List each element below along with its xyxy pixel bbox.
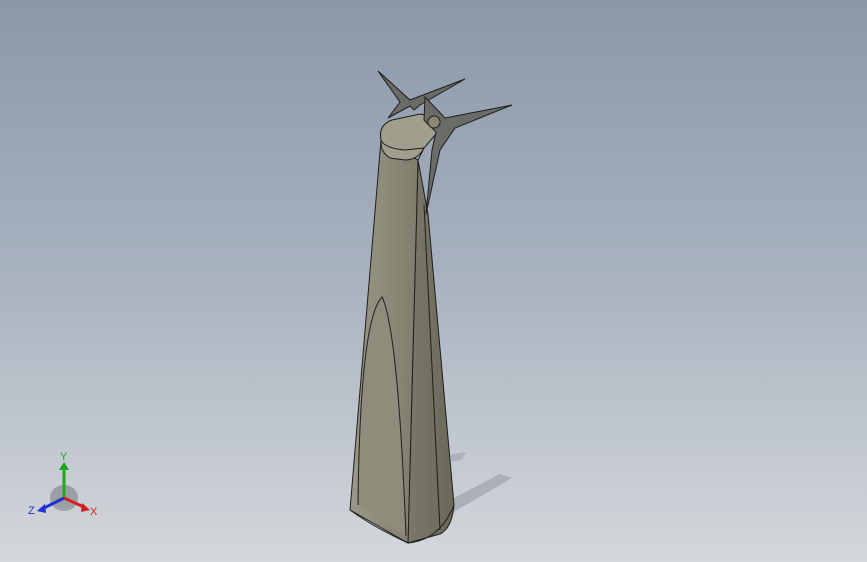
wind-turbine-model[interactable] [349,70,513,544]
y-axis-label: Y [60,451,68,463]
z-axis-label: Z [28,505,35,517]
y-axis-arrow [59,462,69,470]
x-axis-arrow [81,503,90,512]
axis-triad: Y X Z [28,451,98,518]
3d-graphics-viewport[interactable] [0,0,867,562]
x-axis-label: X [90,506,98,518]
model-shadow-upper [448,452,466,462]
rotor-blades-front [423,95,513,215]
z-axis-arrow [37,504,46,513]
rotor-hub [427,115,441,129]
rotor-blades-rear [377,70,466,119]
